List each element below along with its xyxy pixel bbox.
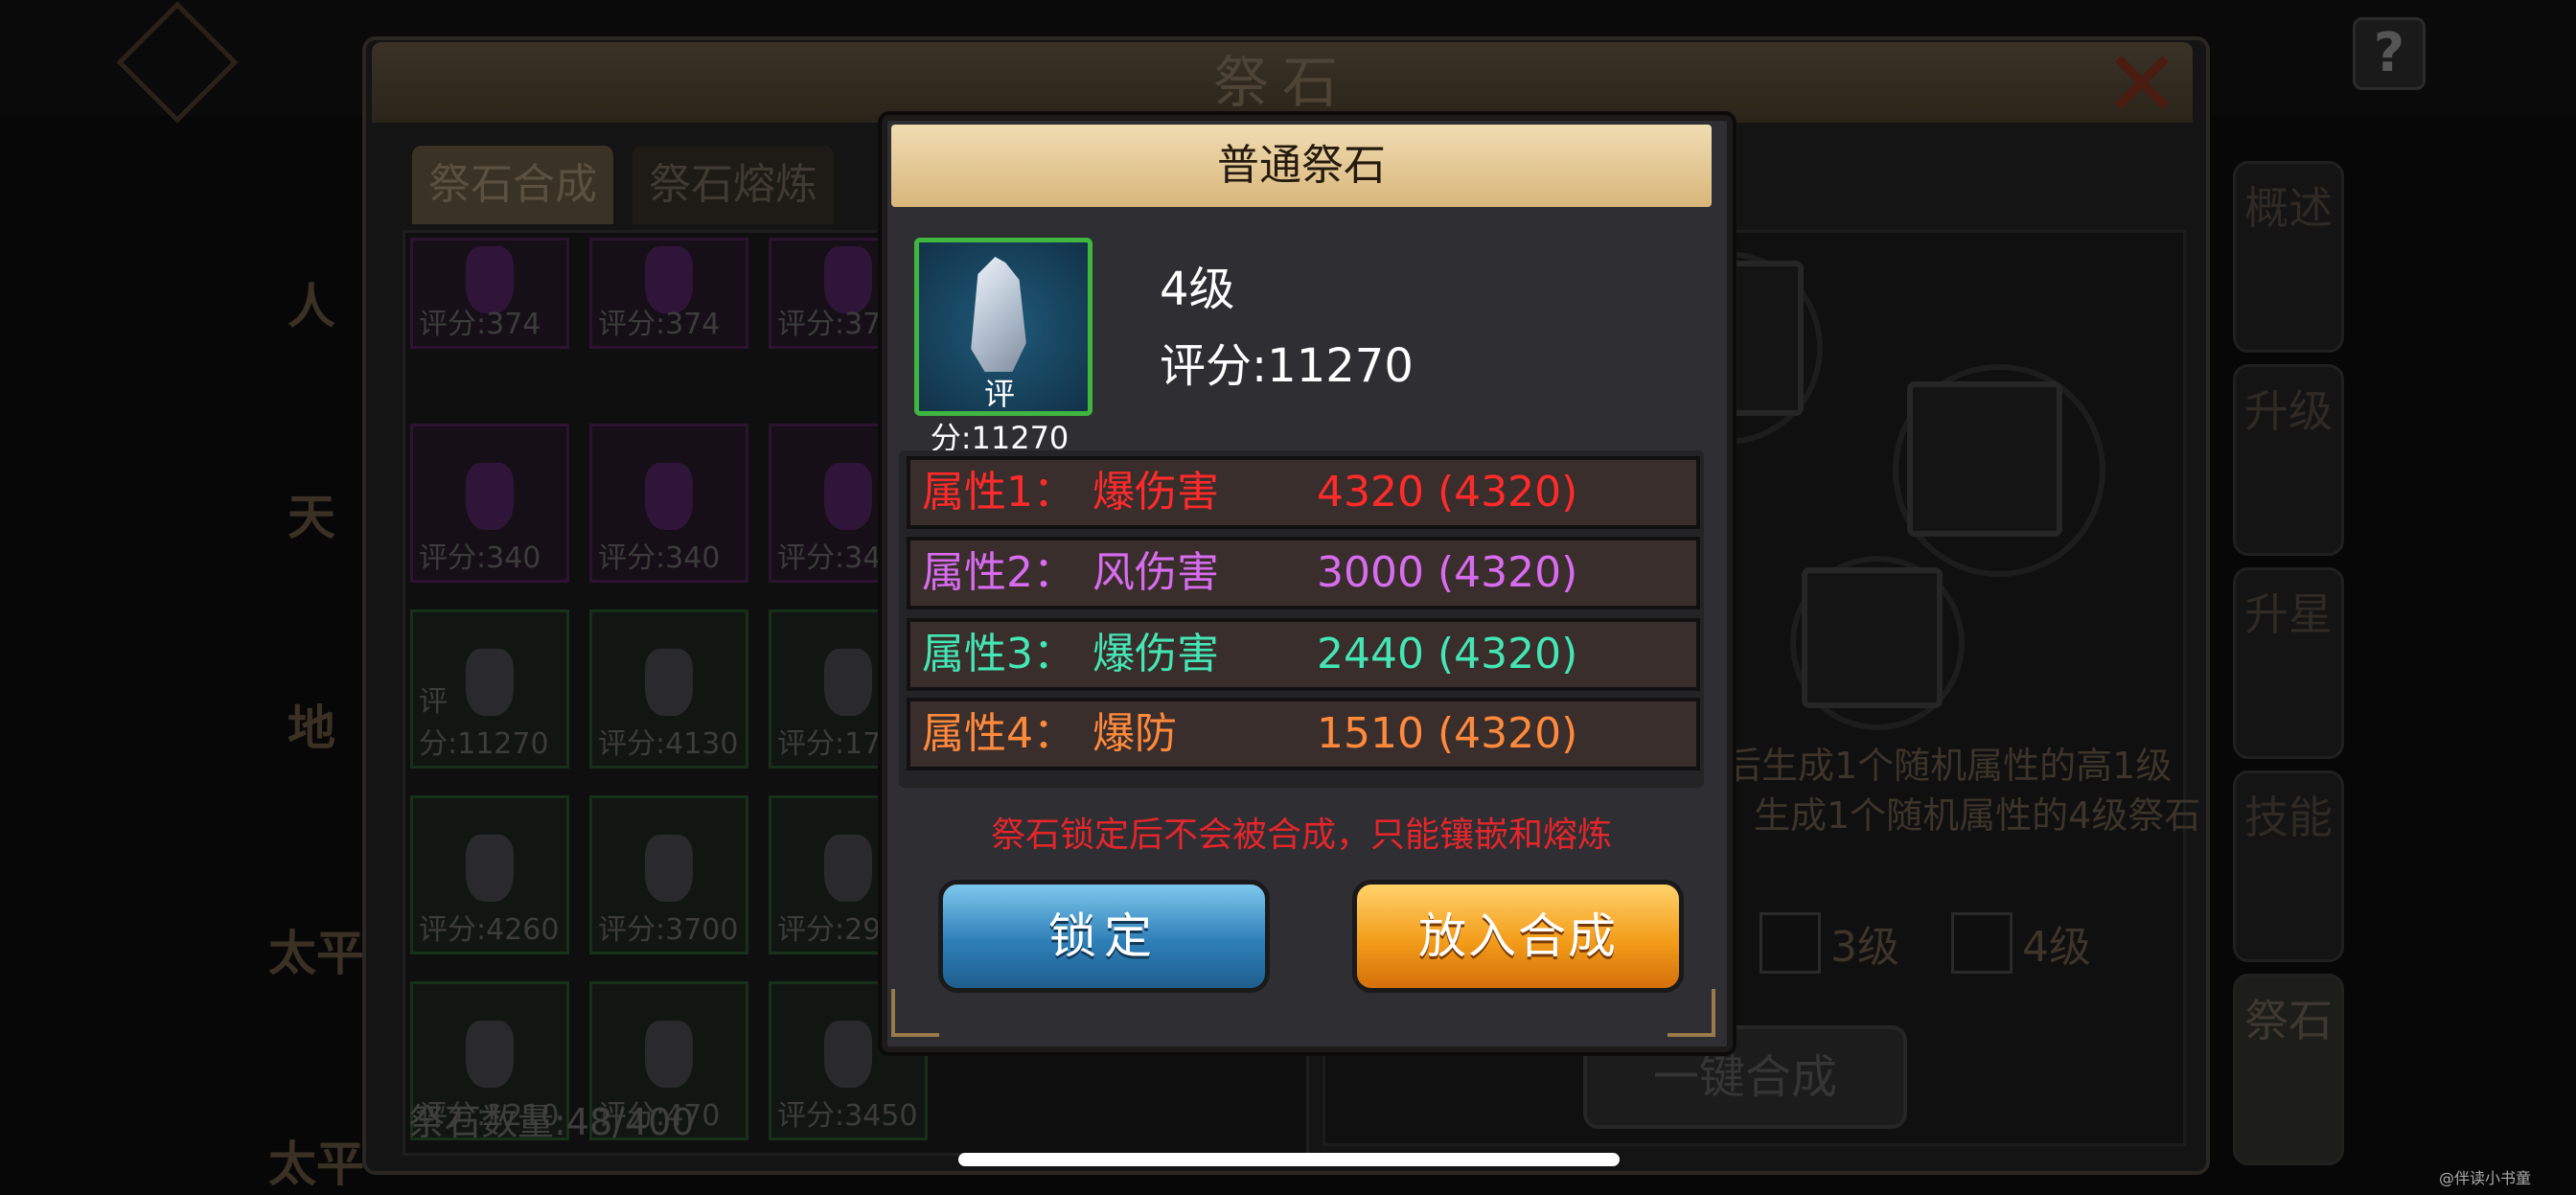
- cell-score: 评分:3450: [777, 1099, 918, 1133]
- attribute-name: 爆防: [1092, 709, 1177, 758]
- attribute-row: 属性3： 爆伤害 2440 (4320): [907, 618, 1700, 691]
- cell-score: 评分:4130: [598, 727, 739, 761]
- cell-score: 评分:3700: [598, 913, 739, 947]
- lock-warning: 祭石锁定后不会被合成，只能镶嵌和熔炼: [990, 816, 1612, 855]
- synthesis-slot[interactable]: [1802, 567, 1943, 708]
- left-label: 太平: [268, 1137, 364, 1192]
- attribute-value: 3000 (4320): [1317, 548, 1578, 597]
- help-icon[interactable]: ?: [2353, 17, 2426, 90]
- level-3-checkbox[interactable]: [1760, 912, 1821, 974]
- side-tab-jishi[interactable]: 祭石: [2233, 974, 2344, 1165]
- side-tab-skill[interactable]: 技能: [2233, 770, 2344, 962]
- stone-score: 评分:11270: [1160, 339, 1414, 393]
- attribute-value: 1510 (4320): [1317, 709, 1578, 758]
- inventory-cell[interactable]: 评分:374: [589, 238, 748, 349]
- inventory-cell[interactable]: 评分:374: [410, 238, 569, 349]
- attribute-name: 爆伤害: [1092, 468, 1219, 517]
- tab-smelting[interactable]: 祭石熔炼: [632, 146, 834, 224]
- side-tab-overview[interactable]: 概述: [2233, 161, 2344, 353]
- put-into-synthesis-button[interactable]: 放入合成: [1352, 880, 1684, 993]
- purple-stone-icon: [824, 463, 872, 530]
- attribute-row: 属性1： 爆伤害 4320 (4320): [907, 456, 1700, 529]
- crystal-stone-icon: [645, 1021, 693, 1088]
- attribute-value: 4320 (4320): [1317, 468, 1578, 517]
- crystal-stone-icon: [466, 835, 514, 902]
- stone-level: 4级: [1160, 263, 1235, 316]
- crystal-stone-icon: [824, 1021, 872, 1088]
- crystal-stone-icon: [824, 835, 872, 902]
- item-score-label: 评分:11270: [930, 376, 1070, 456]
- cell-score: 评分:11270: [419, 685, 549, 761]
- bag-count: 祭石数量:48/400: [408, 1101, 695, 1143]
- dialog-title: 普通祭石: [1217, 141, 1386, 190]
- level-3-label: 3级: [1830, 923, 1899, 972]
- attribute-value: 2440 (4320): [1317, 630, 1578, 678]
- tab-synthesis[interactable]: 祭石合成: [412, 146, 613, 224]
- crystal-stone-icon: [645, 649, 693, 716]
- corner-ornament: [891, 989, 939, 1037]
- purple-stone-icon: [466, 463, 514, 530]
- description-line-2: 生成1个随机属性的4级祭石: [1754, 794, 2201, 837]
- crystal-stone-icon: [645, 835, 693, 902]
- description-line-1: 后生成1个随机属性的高1级: [1725, 745, 2173, 787]
- attribute-name: 风伤害: [1092, 548, 1219, 597]
- left-label: 太平: [268, 926, 364, 981]
- attribute-row: 属性4： 爆防 1510 (4320): [907, 698, 1700, 770]
- attribute-row: 属性2： 风伤害 3000 (4320): [907, 537, 1700, 609]
- panel-title: 祭石: [1212, 50, 1351, 115]
- synthesis-slot[interactable]: [1907, 381, 2062, 537]
- attribute-label: 属性1：: [922, 468, 1075, 517]
- cell-score: 评分:374: [598, 308, 721, 341]
- crystal-stone-icon: [824, 649, 872, 716]
- cell-score: 评分:374: [419, 308, 541, 341]
- side-tab-upgrade[interactable]: 升级: [2233, 364, 2344, 556]
- level-4-label: 4级: [2022, 923, 2091, 972]
- attribute-label: 属性4：: [922, 709, 1075, 758]
- corner-ornament: [1668, 989, 1715, 1037]
- home-indicator[interactable]: [958, 1153, 1620, 1166]
- attribute-name: 爆伤害: [1092, 630, 1219, 678]
- left-label: 地: [288, 701, 335, 756]
- inventory-cell[interactable]: 评分:340: [589, 424, 748, 583]
- inventory-cell[interactable]: 评分:3700: [589, 795, 748, 954]
- left-label: 天: [288, 490, 335, 545]
- inventory-cell[interactable]: 评分:11270: [410, 609, 569, 769]
- watermark: @伴读小书童: [2439, 1169, 2532, 1187]
- inventory-cell[interactable]: 评分:4130: [589, 609, 748, 769]
- cell-score: 评分:340: [419, 541, 541, 575]
- attribute-label: 属性2：: [922, 548, 1075, 597]
- cell-score: 评分:4260: [419, 913, 560, 947]
- crystal-stone-icon: [466, 1021, 514, 1088]
- level-4-checkbox[interactable]: [1951, 912, 2012, 974]
- close-icon[interactable]: ✕: [2099, 38, 2185, 130]
- cell-score: 评分:340: [598, 541, 721, 575]
- inventory-cell[interactable]: 评分:4260: [410, 795, 569, 954]
- purple-stone-icon: [645, 463, 693, 530]
- lock-button[interactable]: 锁定: [938, 880, 1270, 993]
- attribute-label: 属性3：: [922, 630, 1075, 678]
- inventory-cell[interactable]: 评分:340: [410, 424, 569, 583]
- left-label: 人: [288, 279, 335, 334]
- side-tab-star-up[interactable]: 升星: [2233, 567, 2344, 759]
